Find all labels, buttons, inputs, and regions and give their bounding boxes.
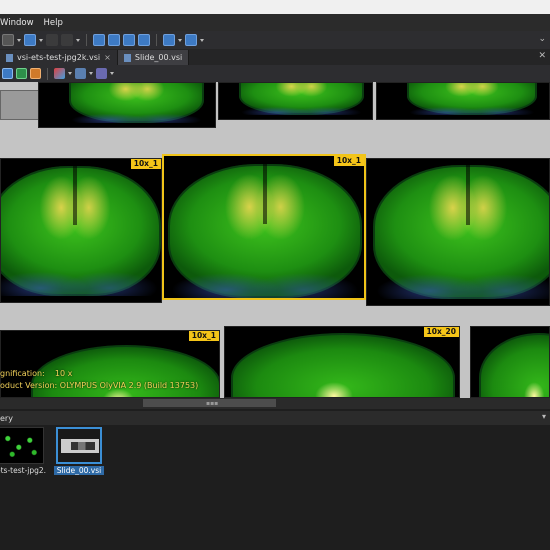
overflow-chevron-icon[interactable]: ⌄ [538, 34, 546, 44]
brain-section-image [373, 165, 549, 299]
check-icon[interactable] [46, 34, 58, 46]
overview-icon[interactable] [2, 68, 13, 79]
slide-tile[interactable] [376, 82, 550, 120]
chevron-down-icon[interactable] [200, 38, 204, 42]
image-info-overlay: gnification: 10 x oduct Version: OLYMPUS… [0, 368, 198, 392]
chevron-down-icon[interactable] [110, 72, 114, 75]
document-icon [123, 53, 131, 62]
color-adjust-icon[interactable] [54, 68, 65, 79]
gallery-item-selected[interactable]: Slide_00.vsi [54, 427, 104, 475]
toolbar-separator [86, 34, 87, 46]
gallery-thumbnail[interactable] [0, 427, 44, 464]
version-row: oduct Version: OLYMPUS OlyVIA 2.9 (Build… [0, 380, 198, 392]
slide-thumbnail-image [61, 439, 99, 453]
layout-icon[interactable] [2, 34, 14, 46]
tab-vsi-ets-test[interactable]: vsi-ets-test-jpg2k.vsi × [0, 50, 118, 65]
chevron-down-icon[interactable] [39, 38, 43, 42]
tab-label: vsi-ets-test-jpg2k.vsi [17, 53, 101, 62]
slide-tile[interactable] [470, 326, 550, 398]
gallery-thumbnail[interactable] [56, 427, 102, 464]
chevron-down-icon[interactable] [68, 72, 72, 75]
toolbar-separator [47, 67, 48, 80]
brain-section-image [168, 164, 362, 298]
document-tab-bar: vsi-ets-test-jpg2k.vsi × Slide_00.vsi ✕ [0, 49, 550, 65]
slide-tile[interactable]: 10x_20 [224, 326, 460, 398]
version-label: oduct Version: [0, 381, 58, 390]
slide-label: 10x_20 [423, 327, 459, 337]
chevron-down-icon[interactable] [17, 38, 21, 42]
panel-icon[interactable] [108, 34, 120, 46]
close-icon[interactable]: × [104, 53, 111, 62]
brain-section-image [69, 83, 204, 123]
scroll-grip-icon: ▪▪▪ [206, 400, 219, 407]
toolbar-separator [156, 34, 157, 46]
gallery-panel: ets-test-jpg2... Slide_00.vsi [0, 425, 550, 550]
close-all-icon[interactable]: ✕ [538, 51, 546, 61]
globe-icon[interactable] [163, 34, 175, 46]
slide-label: 10x_1 [333, 156, 364, 166]
menu-window[interactable]: Window [0, 18, 39, 28]
single-view-icon[interactable] [123, 34, 135, 46]
horizontal-scrollbar[interactable]: ▪▪▪ [0, 398, 550, 409]
magnification-label: gnification: [0, 369, 45, 378]
gallery-caption: Slide_00.vsi [54, 466, 104, 475]
fluorescence-icon[interactable] [16, 68, 27, 79]
filter-icon[interactable] [96, 68, 107, 79]
gallery-title: ery [0, 413, 13, 423]
magnification-row: gnification: 10 x [0, 368, 198, 380]
brightfield-icon[interactable] [30, 68, 41, 79]
gallery-item[interactable]: ets-test-jpg2... [0, 427, 46, 475]
sync-icon[interactable] [185, 34, 197, 46]
application-window: Window Help ⌄ vsi-ets-test-jpg2k.vsi × S… [0, 0, 550, 550]
fluorescence-thumbnail-image [0, 428, 43, 463]
brain-section-image [239, 83, 364, 115]
tab-label: Slide_00.vsi [134, 53, 183, 62]
slide-tile[interactable]: 10x_1 [0, 158, 162, 303]
menu-help[interactable]: Help [39, 18, 68, 28]
chevron-down-icon[interactable] [76, 38, 80, 42]
view-toolbar [0, 65, 550, 82]
brain-section-image [479, 333, 549, 397]
menu-bar: Window Help [0, 14, 550, 31]
slide-tile[interactable] [366, 158, 550, 306]
slide-label: 10x_1 [130, 159, 161, 169]
slide-tile[interactable] [38, 82, 216, 128]
check-all-icon[interactable] [61, 34, 73, 46]
export-icon[interactable] [75, 68, 86, 79]
slide-label: 10x_1 [188, 331, 219, 341]
tile-view-icon[interactable] [138, 34, 150, 46]
gallery-panel-header: ery ▾ [0, 411, 550, 425]
slide-tile[interactable] [218, 82, 373, 120]
grid-icon[interactable] [24, 34, 36, 46]
version-value: OLYMPUS OlyVIA 2.9 (Build 13753) [59, 381, 199, 390]
panel-menu-icon[interactable]: ▾ [542, 412, 546, 421]
brain-section-image [1, 166, 161, 296]
main-toolbar: ⌄ [0, 31, 550, 49]
chevron-down-icon[interactable] [89, 72, 93, 75]
brain-section-image [231, 333, 455, 397]
title-strip [0, 0, 550, 14]
document-icon [6, 53, 13, 62]
tab-slide-00[interactable]: Slide_00.vsi [117, 50, 190, 65]
slide-viewer[interactable]: 10x_1 10x_1 10x_1 10x_20 gnification: 10… [0, 82, 550, 398]
chevron-down-icon[interactable] [178, 38, 182, 42]
slide-tile-selected[interactable]: 10x_1 [162, 154, 366, 300]
split-view-icon[interactable] [93, 34, 105, 46]
magnification-value: 10 x [54, 369, 73, 378]
gallery-caption: ets-test-jpg2... [0, 466, 46, 475]
brain-section-image [407, 83, 537, 115]
